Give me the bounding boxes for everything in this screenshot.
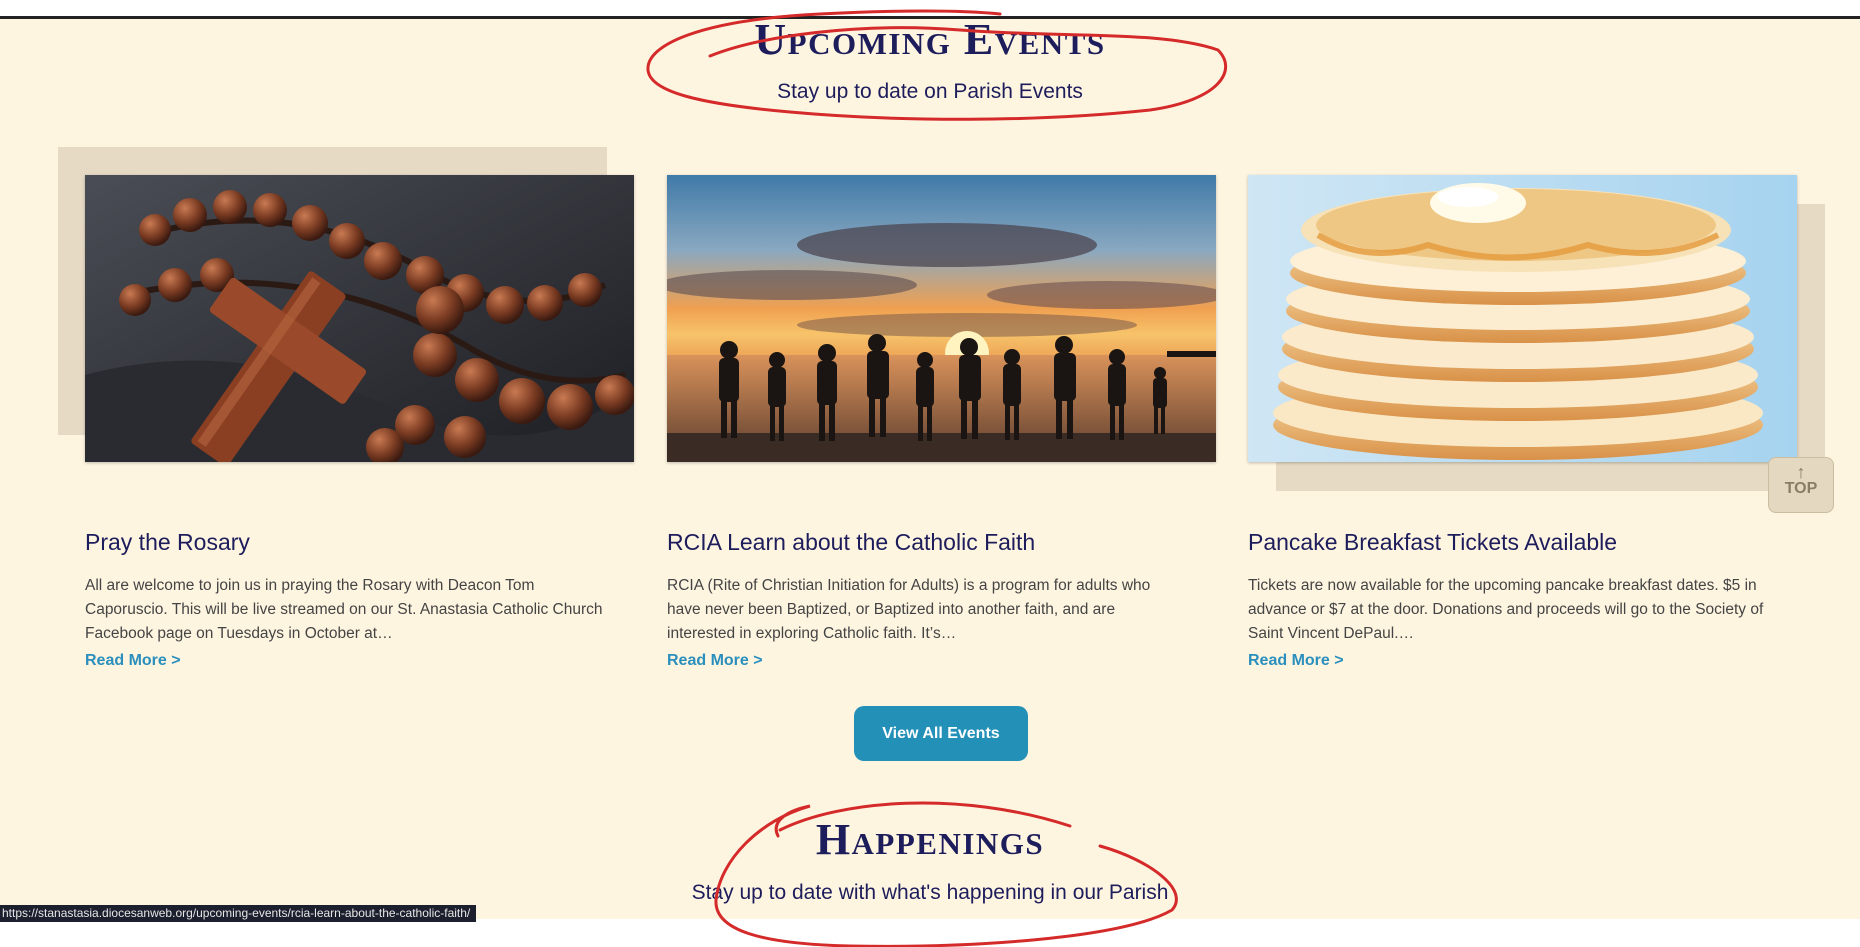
status-bar-url: https://stanastasia.diocesanweb.org/upco… xyxy=(0,905,477,922)
rcia-image[interactable] xyxy=(667,175,1216,462)
rosary-image[interactable] xyxy=(85,175,634,462)
event-title[interactable]: Pray the Rosary xyxy=(85,529,645,557)
scroll-to-top-button[interactable]: ↑ TOP xyxy=(1768,457,1834,513)
event-title[interactable]: RCIA Learn about the Catholic Faith xyxy=(667,529,1227,557)
event-title[interactable]: Pancake Breakfast Tickets Available xyxy=(1248,529,1808,557)
section-subtitle-happenings: Stay up to date with what's happening in… xyxy=(691,881,1169,904)
section-title-happenings: Happenings xyxy=(815,815,1045,864)
event-description: All are welcome to join us in praying th… xyxy=(85,577,603,642)
view-all-events-button[interactable]: View All Events xyxy=(854,706,1028,761)
top-label: TOP xyxy=(1784,480,1818,497)
arrow-up-icon: ↑ xyxy=(1796,462,1806,482)
event-description: RCIA (Rite of Christian Initiation for A… xyxy=(667,577,1151,642)
read-more-link[interactable]: Read More > xyxy=(1248,652,1344,670)
pancake-image[interactable] xyxy=(1248,175,1797,462)
read-more-link[interactable]: Read More > xyxy=(85,652,181,670)
read-more-link[interactable]: Read More > xyxy=(667,652,763,670)
section-subtitle-upcoming-events: Stay up to date on Parish Events xyxy=(777,80,1083,103)
section-title-upcoming-events: Upcoming Events xyxy=(754,15,1106,64)
event-description: Tickets are now available for the upcomi… xyxy=(1248,577,1764,642)
